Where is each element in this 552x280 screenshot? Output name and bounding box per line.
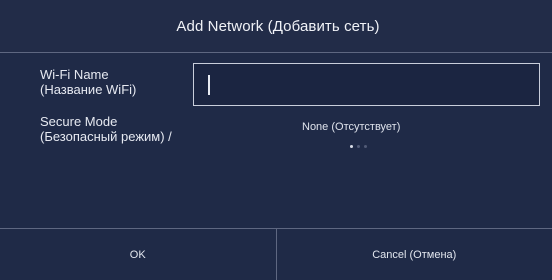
option-dot-active <box>350 145 353 148</box>
dialog-header: Add Network (Добавить сеть) <box>0 0 552 53</box>
secure-mode-label-line1: Secure Mode <box>40 114 118 129</box>
ok-button[interactable]: OK <box>0 229 277 280</box>
wifi-name-input[interactable] <box>193 63 540 106</box>
text-cursor <box>208 75 210 95</box>
dialog-footer: OK Cancel (Отмена) <box>0 228 552 280</box>
wifi-name-label: Wi-Fi Name (Название WiFi) <box>40 67 136 97</box>
secure-mode-label: Secure Mode (Безопасный режим) / <box>40 114 172 144</box>
dialog-title: Add Network (Добавить сеть) <box>176 17 380 35</box>
wifi-name-label-line1: Wi-Fi Name <box>40 67 109 82</box>
option-indicator <box>350 145 367 148</box>
option-dot <box>364 145 367 148</box>
option-dot <box>357 145 360 148</box>
secure-mode-selector[interactable]: None (Отсутствует) <box>302 121 400 133</box>
wifi-name-label-line2: (Название WiFi) <box>40 82 137 97</box>
cancel-button[interactable]: Cancel (Отмена) <box>277 229 552 280</box>
add-network-dialog: Add Network (Добавить сеть) Wi-Fi Name (… <box>0 0 552 280</box>
secure-mode-label-line2: (Безопасный режим) / <box>40 129 172 144</box>
